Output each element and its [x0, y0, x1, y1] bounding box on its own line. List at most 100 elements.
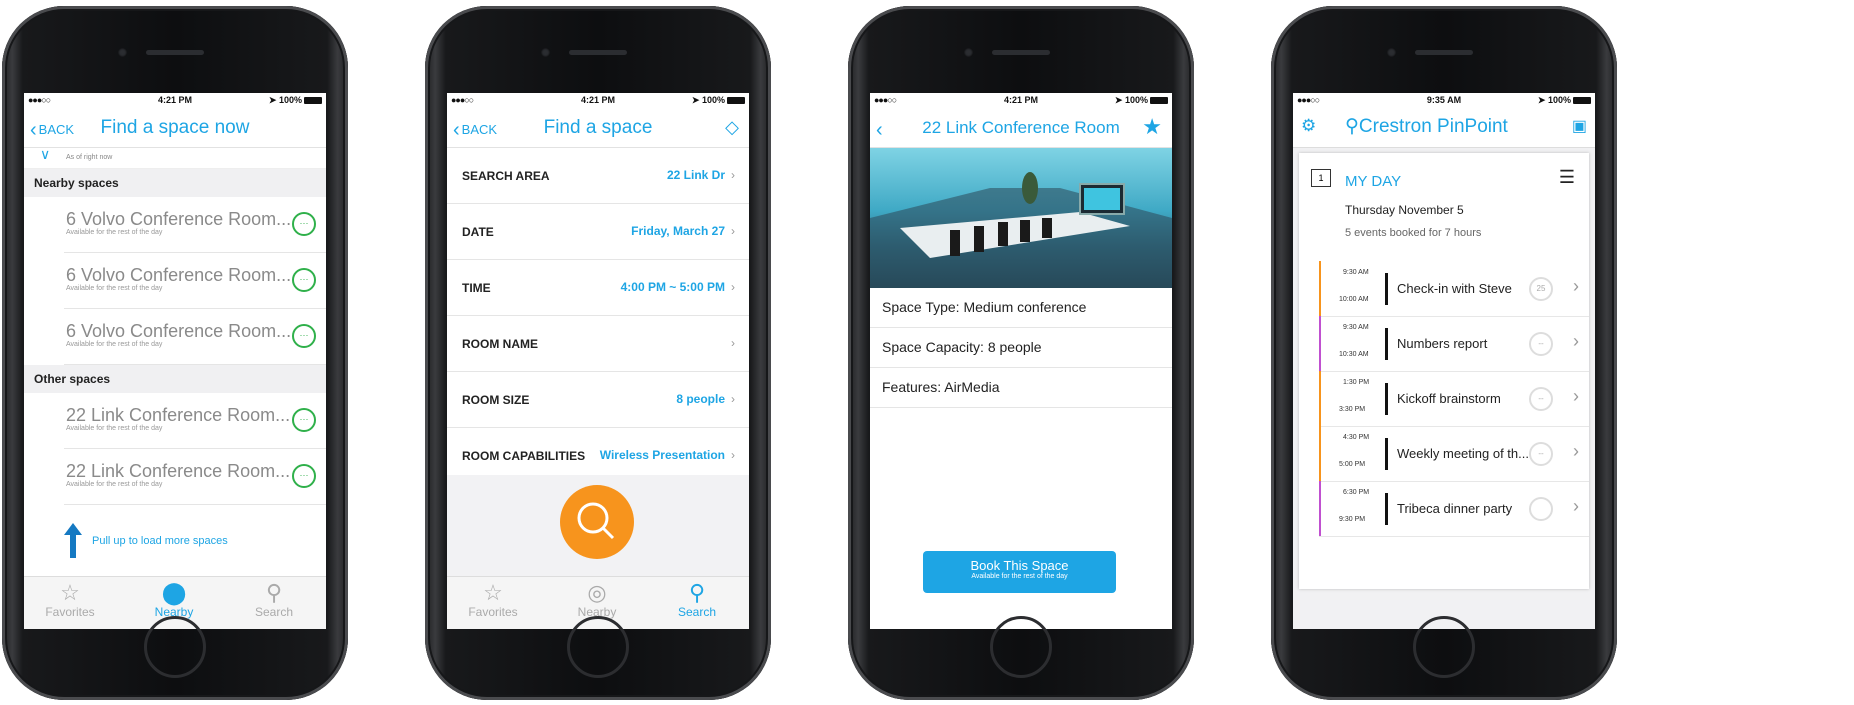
event-divider	[1385, 438, 1388, 470]
battery-percent: 100%	[1547, 95, 1571, 105]
list-view-icon[interactable]: ☰	[1559, 167, 1575, 188]
status-bar: ●●●○○ 4:21 PM ➤ 100%	[24, 93, 326, 107]
row-value-text: Friday, March 27	[631, 224, 725, 238]
arrow-up-shaft	[70, 534, 76, 558]
phone-2: ●●●○○ 4:21 PM ➤ 100% ‹ BACK Find a space …	[425, 6, 771, 700]
location-pin-icon: ⚲	[1345, 116, 1359, 137]
tab-label: Search	[254, 605, 294, 619]
event-end: 9:30 PM	[1339, 516, 1366, 523]
status-bar: ●●●○○ 4:21 PM ➤ 100%	[870, 93, 1172, 107]
event-badge[interactable]: --	[1529, 332, 1553, 356]
home-button[interactable]	[144, 616, 206, 678]
event-divider	[1385, 273, 1388, 305]
more-icon[interactable]: ···	[292, 212, 316, 236]
star-icon: ☆	[483, 580, 503, 605]
home-button[interactable]	[1413, 616, 1475, 678]
space-name: 6 Volvo Conference Room...	[66, 209, 292, 229]
detail-features: Features: AirMedia	[870, 368, 1172, 408]
more-icon[interactable]: ···	[292, 324, 316, 348]
detail-space-type: Space Type: Medium conference	[870, 288, 1172, 328]
section-other: Other spaces	[24, 365, 326, 393]
camera	[964, 48, 973, 57]
event-row[interactable]: 6:30 PM 9:30 PM Tribeca dinner party ›	[1319, 481, 1589, 537]
page-title: Find a space now	[100, 117, 250, 138]
event-row[interactable]: 4:30 PM 5:00 PM Weekly meeting of th... …	[1319, 426, 1589, 482]
list-item[interactable]: 6 Volvo Conference Room... Available for …	[64, 309, 326, 365]
row-search-area[interactable]: SEARCH AREA 22 Link Dr ›	[447, 148, 749, 204]
search-button[interactable]	[560, 485, 634, 559]
camera	[1387, 48, 1396, 57]
row-label: DATE	[462, 225, 494, 239]
list-item[interactable]: 22 Link Conference Room... Available for …	[64, 449, 326, 505]
event-start: 4:30 PM	[1343, 434, 1370, 441]
event-badge[interactable]: --	[1529, 387, 1553, 411]
tab-nearby[interactable]: ⬤ Nearby	[134, 581, 214, 620]
my-day-title: MY DAY	[1345, 173, 1402, 190]
event-name: Tribeca dinner party	[1397, 501, 1513, 516]
event-end: 3:30 PM	[1339, 406, 1366, 413]
brand: ⚲Crestron PinPoint	[1345, 115, 1508, 138]
row-value-text: 4:00 PM ~ 5:00 PM	[620, 280, 725, 294]
event-row[interactable]: 9:30 AM 10:00 AM Check-in with Steve 25 …	[1319, 261, 1589, 317]
space-name: 22 Link Conference Room...	[66, 405, 291, 425]
speaker	[1415, 50, 1473, 55]
event-color-bar	[1319, 316, 1321, 371]
home-button[interactable]	[990, 616, 1052, 678]
battery-percent: 100%	[1124, 95, 1148, 105]
speaker	[569, 50, 627, 55]
event-color-bar	[1319, 481, 1321, 536]
gear-icon[interactable]: ⚙	[1301, 116, 1316, 136]
row-value: 22 Link Dr ›	[667, 168, 735, 182]
event-row[interactable]: 9:30 AM 10:30 AM Numbers report -- ›	[1319, 316, 1589, 372]
event-badge[interactable]: --	[1529, 442, 1553, 466]
book-sublabel: Available for the rest of the day	[971, 573, 1068, 580]
event-name: Numbers report	[1397, 336, 1488, 351]
calendar-icon[interactable]: ▣	[1572, 116, 1587, 136]
event-color-bar	[1319, 261, 1321, 316]
row-label: ROOM NAME	[462, 337, 538, 351]
chevron-right-icon: ›	[731, 448, 735, 462]
event-start: 1:30 PM	[1343, 379, 1370, 386]
list-item[interactable]: 6 Volvo Conference Room... Available for …	[64, 253, 326, 309]
row-room-size[interactable]: ROOM SIZE 8 people ›	[447, 372, 749, 428]
chevron-right-icon: ›	[1573, 496, 1579, 516]
home-button[interactable]	[567, 616, 629, 678]
event-badge[interactable]	[1529, 497, 1553, 521]
room-photo	[870, 148, 1172, 288]
event-start: 6:30 PM	[1343, 489, 1370, 496]
list-item[interactable]: 22 Link Conference Room... Available for …	[64, 393, 326, 449]
list-item[interactable]: 6 Volvo Conference Room... Available for …	[64, 197, 326, 253]
event-badge[interactable]: 25	[1529, 277, 1553, 301]
tag-icon[interactable]: ◇	[725, 117, 739, 138]
search-icon: ⚲	[265, 580, 283, 605]
star-icon: ☆	[60, 580, 80, 605]
tab-search[interactable]: ⚲ Search	[234, 580, 314, 620]
tab-favorites[interactable]: ☆ Favorites	[30, 580, 110, 620]
as-of-row[interactable]: ∨ As of right now	[24, 146, 326, 169]
tab-favorites[interactable]: ☆ Favorites	[453, 580, 533, 620]
my-day-card: 1 MY DAY ☰ Thursday November 5 5 events …	[1299, 153, 1589, 589]
star-icon[interactable]: ★	[1142, 114, 1162, 140]
more-icon[interactable]: ···	[292, 268, 316, 292]
tab-nearby[interactable]: ◎ Nearby	[557, 580, 637, 620]
more-icon[interactable]: ···	[292, 408, 316, 432]
event-color-bar	[1319, 371, 1321, 426]
space-availability: Available for the rest of the day	[66, 285, 163, 292]
row-label: TIME	[462, 281, 491, 295]
space-availability: Available for the rest of the day	[66, 341, 163, 348]
screen-room-detail: ●●●○○ 4:21 PM ➤ 100% ‹ 22 Link Conferenc…	[870, 93, 1172, 629]
nav-bar: ‹ 22 Link Conference Room ★	[870, 107, 1172, 148]
chevron-right-icon: ›	[731, 336, 735, 350]
tab-search[interactable]: ⚲ Search	[657, 581, 737, 620]
chevron-right-icon: ›	[731, 392, 735, 406]
event-row[interactable]: 1:30 PM 3:30 PM Kickoff brainstorm -- ›	[1319, 371, 1589, 427]
location-pin-icon: ◎	[587, 580, 607, 605]
more-icon[interactable]: ···	[292, 464, 316, 488]
book-space-button[interactable]: Book This Space Available for the rest o…	[923, 551, 1116, 593]
row-time[interactable]: TIME 4:00 PM ~ 5:00 PM ›	[447, 260, 749, 316]
chevron-right-icon: ›	[731, 224, 735, 238]
day-summary: 5 events booked for 7 hours	[1345, 227, 1482, 239]
row-date[interactable]: DATE Friday, March 27 ›	[447, 204, 749, 260]
row-room-name[interactable]: ROOM NAME ›	[447, 316, 749, 372]
event-color-bar	[1319, 426, 1321, 481]
